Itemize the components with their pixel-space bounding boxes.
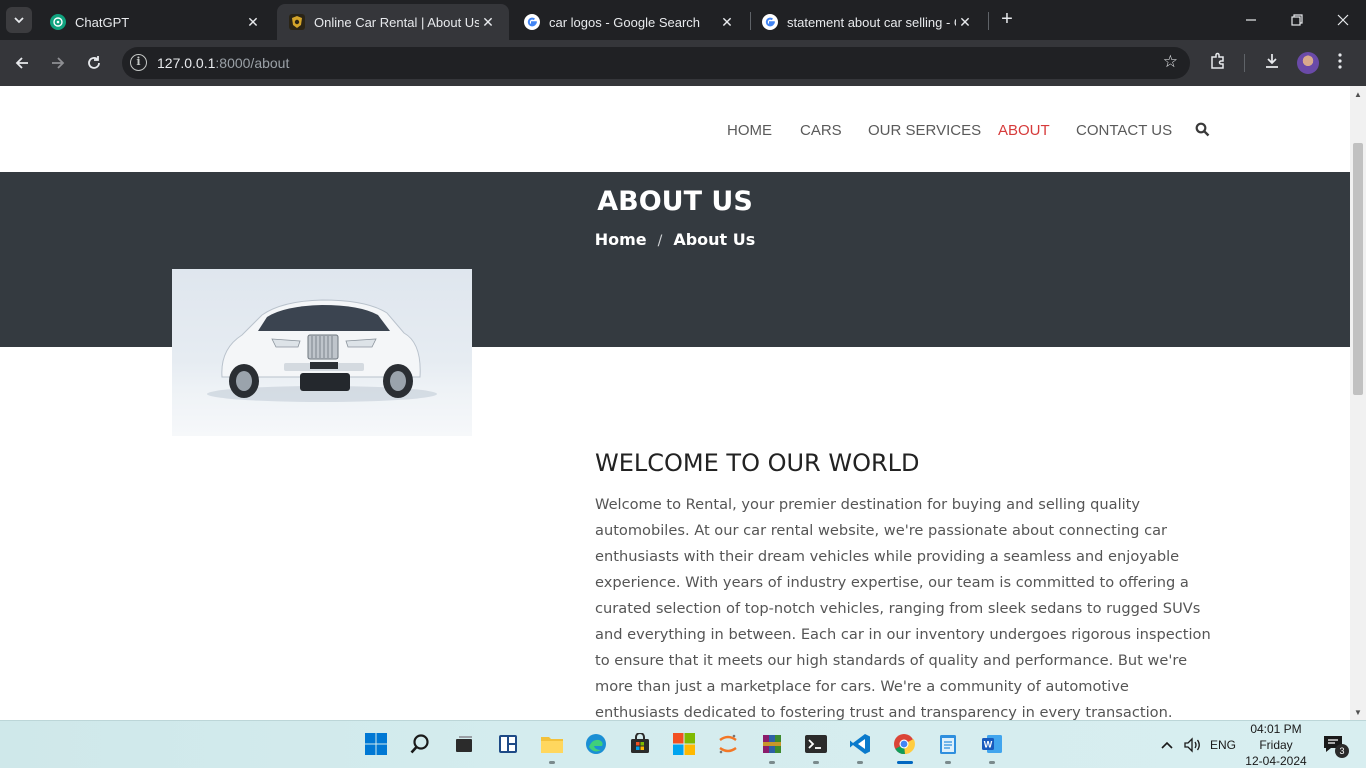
task-view-icon[interactable] [449, 729, 479, 759]
file-explorer-icon[interactable] [537, 729, 567, 764]
back-button[interactable] [9, 50, 35, 76]
nav-cars[interactable]: CARS [800, 122, 842, 139]
bookmark-star-icon[interactable]: ☆ [1163, 52, 1178, 72]
extensions-icon[interactable] [1209, 52, 1227, 75]
page-title: ABOUT US [597, 186, 753, 217]
google-icon [762, 14, 778, 30]
edge-icon[interactable] [581, 729, 611, 759]
jupyter-icon[interactable] [713, 729, 743, 759]
clock-date: 12-04-2024 [1245, 754, 1307, 768]
tab-statement-car-selling[interactable]: statement about car selling - Go ✕ [750, 4, 986, 40]
arrow-left-icon [15, 57, 28, 69]
nav-home[interactable]: HOME [727, 122, 772, 139]
language-indicator[interactable]: ENG [1210, 721, 1236, 769]
tab-car-logos[interactable]: car logos - Google Search ✕ [512, 4, 748, 40]
clock-day: Friday [1259, 738, 1293, 752]
close-tab-icon[interactable]: ✕ [244, 14, 262, 31]
new-tab-button[interactable]: + [996, 8, 1018, 30]
tab-title: ChatGPT [75, 14, 130, 30]
scroll-up-arrow-icon[interactable]: ▲ [1354, 90, 1362, 99]
volume-icon[interactable] [1183, 721, 1201, 769]
profile-avatar[interactable] [1297, 52, 1319, 74]
browser-tab-bar: ChatGPT ✕ Online Car Rental | About Us ✕… [0, 0, 1366, 40]
nav-contact-us[interactable]: CONTACT US [1076, 122, 1172, 139]
running-indicator [989, 761, 995, 764]
more-menu-icon[interactable] [1337, 52, 1343, 75]
running-indicator [549, 761, 555, 764]
clock-time: 04:01 PM [1250, 722, 1302, 736]
url-text: 127.0.0.1:8000/about [157, 55, 289, 71]
address-bar[interactable]: i 127.0.0.1:8000/about ☆ [122, 47, 1190, 79]
tab-title: statement about car selling - Go [787, 14, 956, 30]
scroll-down-arrow-icon[interactable]: ▼ [1354, 708, 1362, 717]
page-viewport: HOME CARS OUR SERVICES ABOUT CONTACT US … [0, 86, 1350, 720]
word-icon[interactable]: W [977, 729, 1007, 764]
about-car-image [172, 269, 472, 436]
about-heading: WELCOME TO OUR WORLD [595, 449, 920, 477]
windows-taskbar: W ENG 04:01 PM Friday 12-04-2024 3 [0, 720, 1366, 768]
running-indicator [769, 761, 775, 764]
notification-badge: 3 [1335, 744, 1349, 758]
winrar-icon[interactable] [757, 729, 787, 764]
system-clock[interactable]: 04:01 PM Friday 12-04-2024 [1240, 721, 1312, 769]
google-icon [524, 14, 540, 30]
breadcrumb-separator: / [657, 233, 663, 249]
nav-about[interactable]: ABOUT [998, 122, 1050, 139]
svg-text:W: W [984, 740, 993, 750]
store-icon[interactable] [625, 729, 655, 759]
download-icon[interactable] [1263, 52, 1281, 75]
browser-toolbar: i 127.0.0.1:8000/about ☆ [0, 40, 1366, 86]
url-host: 127.0.0.1 [157, 55, 216, 71]
chevron-down-icon [14, 17, 24, 24]
office-icon[interactable] [669, 729, 699, 759]
toolbar-divider [1244, 54, 1245, 72]
terminal-icon[interactable] [801, 729, 831, 764]
about-paragraph: Welcome to Rental, your premier destinat… [595, 496, 1211, 720]
restore-icon [1291, 14, 1303, 26]
site-navbar: HOME CARS OUR SERVICES ABOUT CONTACT US [0, 86, 1350, 172]
start-icon[interactable] [361, 729, 391, 759]
running-indicator [897, 761, 913, 764]
close-tab-icon[interactable]: ✕ [479, 14, 497, 31]
scroll-thumb[interactable] [1353, 143, 1363, 395]
reload-button[interactable] [81, 50, 107, 76]
close-icon [1337, 14, 1349, 26]
chevron-up-icon [1161, 741, 1173, 749]
breadcrumb-current: About Us [673, 230, 756, 249]
notepad-icon[interactable] [933, 729, 963, 764]
forward-button[interactable] [45, 50, 71, 76]
site-info-icon[interactable]: i [130, 54, 147, 71]
tab-title: car logos - Google Search [549, 14, 701, 30]
tab-chatgpt[interactable]: ChatGPT ✕ [38, 4, 274, 40]
show-hidden-icons-button[interactable] [1160, 721, 1174, 769]
breadcrumb: Home / About Us [0, 230, 1350, 249]
arrow-right-icon [52, 57, 65, 69]
breadcrumb-home[interactable]: Home [595, 230, 647, 249]
tab-title: Online Car Rental | About Us [314, 14, 479, 30]
running-indicator [813, 761, 819, 764]
chatgpt-icon [50, 14, 66, 30]
running-indicator [857, 761, 863, 764]
page-scrollbar[interactable]: ▲ ▼ [1350, 86, 1366, 720]
minimize-icon [1246, 19, 1256, 21]
tab-separator [988, 12, 989, 30]
close-tab-icon[interactable]: ✕ [718, 14, 736, 31]
minimize-button[interactable] [1228, 0, 1274, 40]
search-icon[interactable] [405, 729, 435, 759]
site-logo-icon [289, 14, 305, 30]
close-window-button[interactable] [1320, 0, 1366, 40]
chrome-icon[interactable] [889, 729, 919, 764]
nav-our-services[interactable]: OUR SERVICES [868, 122, 981, 139]
widgets-icon[interactable] [493, 729, 523, 759]
search-icon[interactable] [1195, 122, 1211, 138]
vscode-icon[interactable] [845, 729, 875, 764]
url-path: :8000/about [215, 55, 290, 71]
close-tab-icon[interactable]: ✕ [956, 14, 974, 31]
tab-search-button[interactable] [6, 7, 32, 33]
reload-icon [88, 56, 100, 69]
running-indicator [945, 761, 951, 764]
restore-button[interactable] [1274, 0, 1320, 40]
tab-about-us[interactable]: Online Car Rental | About Us ✕ [277, 4, 509, 40]
